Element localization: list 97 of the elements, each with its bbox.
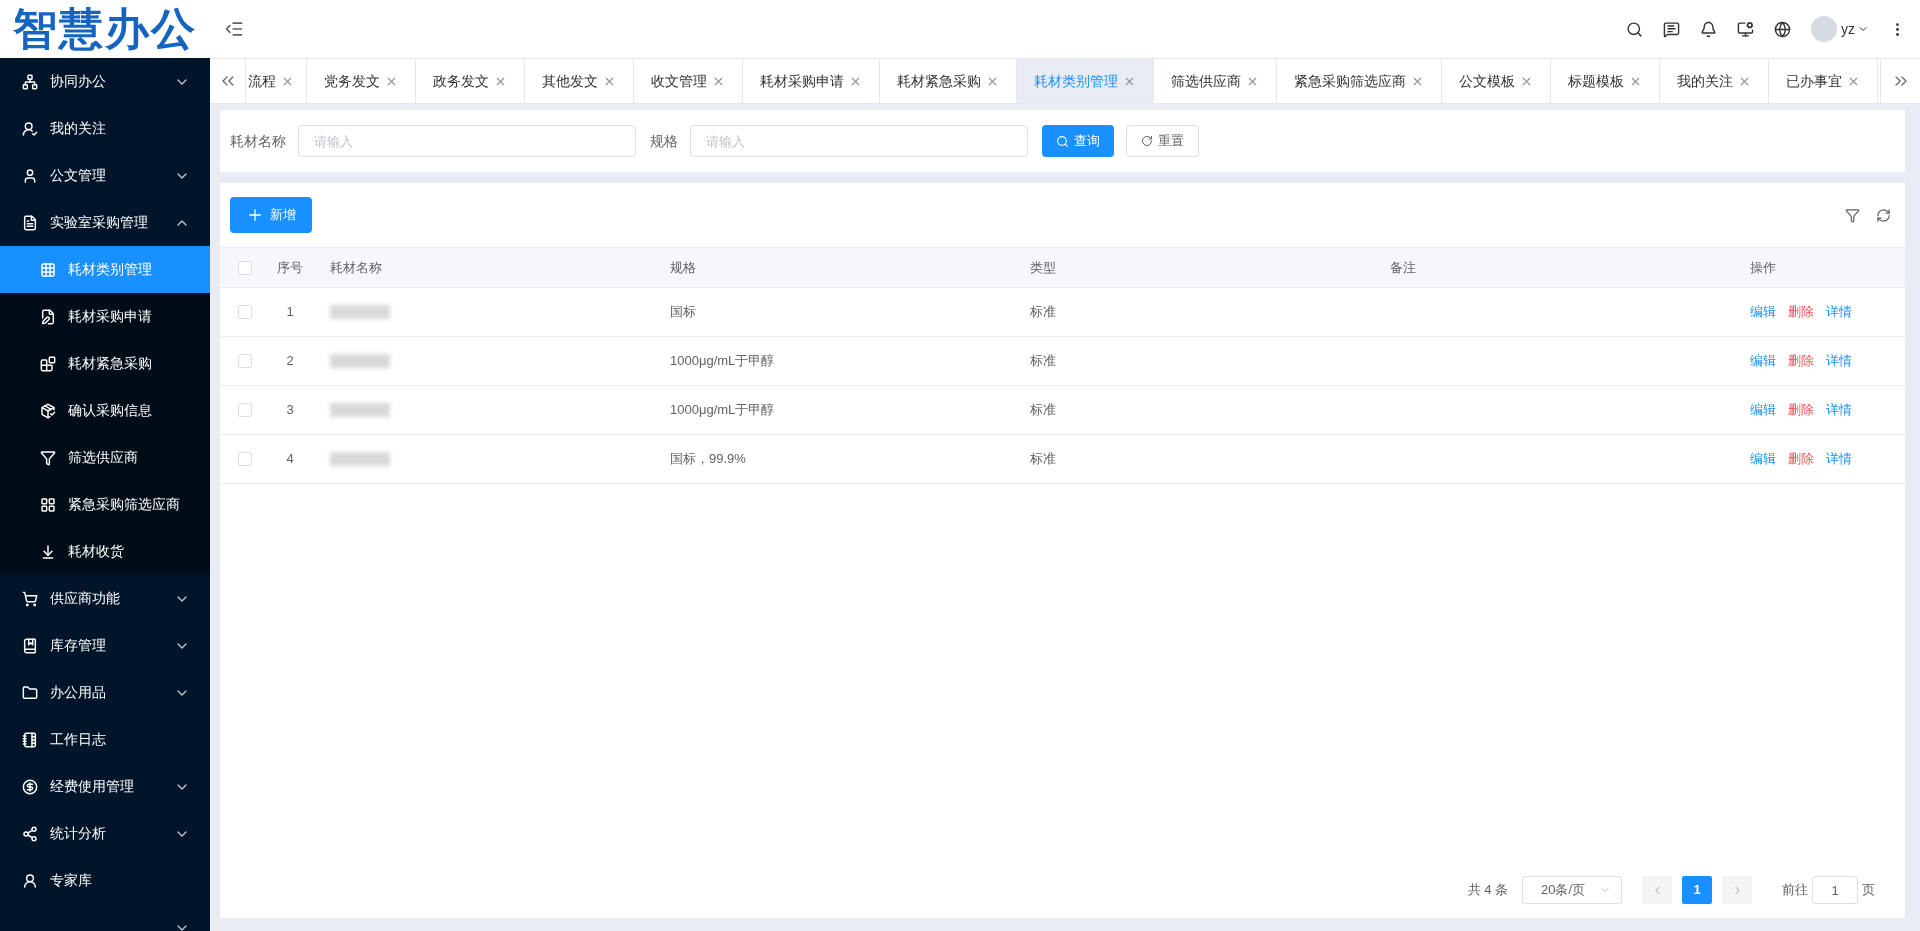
table-cell: 4 <box>286 451 294 467</box>
sidebar-item[interactable]: 公文管理 <box>0 152 210 199</box>
sidebar-item[interactable]: 协同办公 <box>0 58 210 105</box>
table-cell: 1000μg/mL于甲醇 <box>670 402 775 418</box>
checkbox[interactable] <box>238 452 252 466</box>
sidebar-item[interactable]: 统计分析 <box>0 810 210 857</box>
blocks-icon <box>40 496 56 513</box>
table-cell: 标准 <box>1030 402 1056 418</box>
tab[interactable]: 已办事宜 <box>1769 59 1878 103</box>
tab[interactable]: 其他发文 <box>525 59 634 103</box>
table-cell: 标准 <box>1030 304 1056 320</box>
monitor-icon[interactable] <box>1737 20 1754 38</box>
field-label: 规格 <box>650 131 678 151</box>
table-cell: 国标，99.9% <box>670 451 746 467</box>
table-cell: 3 <box>286 402 294 418</box>
field-label: 耗材名称 <box>230 131 286 151</box>
notification-icon[interactable] <box>1700 20 1717 38</box>
share-icon <box>22 825 38 842</box>
blurred-text <box>330 452 390 466</box>
file-edit-icon <box>40 308 56 325</box>
sidebar-subitem[interactable]: 耗材紧急采购 <box>0 340 210 387</box>
sidebar-item[interactable]: 供应商功能 <box>0 575 210 622</box>
tab[interactable]: 流程 <box>246 59 307 103</box>
filter-icon[interactable] <box>1845 207 1860 223</box>
blurred-text <box>330 403 390 417</box>
sidebar-item[interactable]: 实验室采购管理 <box>0 199 210 246</box>
checkbox[interactable] <box>238 305 252 319</box>
dollar-icon <box>22 778 38 795</box>
tab[interactable]: 收文管理 <box>634 59 743 103</box>
table-cell: 标准 <box>1030 451 1056 467</box>
column-header: 操作 <box>1750 259 1776 275</box>
checkbox[interactable] <box>238 354 252 368</box>
sidebar-item[interactable]: 经费使用管理 <box>0 763 210 810</box>
refresh-icon <box>1141 135 1153 147</box>
column-header: 类型 <box>1030 259 1056 275</box>
tab[interactable]: 标题模板 <box>1551 59 1660 103</box>
logo-text: 智慧办公 <box>13 7 197 51</box>
sidebar-item[interactable]: 办公用品 <box>0 669 210 716</box>
tab[interactable]: 筛选供应商 <box>1154 59 1277 103</box>
tab[interactable]: 紧急采购筛选应商 <box>1277 59 1442 103</box>
column-header: 备注 <box>1390 259 1416 275</box>
table-cell: 国标 <box>670 304 696 320</box>
sidebar-subitem[interactable]: 耗材采购申请 <box>0 293 210 340</box>
refresh-icon[interactable] <box>1876 207 1891 223</box>
folder-icon <box>22 684 38 701</box>
reset-button[interactable]: 重置 <box>1126 125 1199 157</box>
tab[interactable]: 公文模板 <box>1442 59 1551 103</box>
page-input[interactable]: 1 <box>1812 876 1858 904</box>
total-count: 共 4 条 <box>1467 881 1508 900</box>
checkbox[interactable] <box>238 260 252 275</box>
sidebar-item[interactable]: 专家库 <box>0 857 210 904</box>
user-icon <box>22 167 38 184</box>
plus-icon <box>246 206 264 224</box>
document-icon <box>22 214 38 231</box>
page-suffix: 页 <box>1862 881 1875 900</box>
user-name[interactable]: yz <box>1841 18 1855 40</box>
package-check-icon <box>40 402 56 419</box>
sidebar-item[interactable]: 库存管理 <box>0 622 210 669</box>
sidebar-subitem[interactable]: 筛选供应商 <box>0 434 210 481</box>
column-header: 耗材名称 <box>330 259 382 275</box>
user-icon <box>22 872 38 889</box>
menu-icon[interactable] <box>224 19 244 39</box>
filter-icon <box>40 449 56 466</box>
column-header: 规格 <box>670 259 696 275</box>
column-header: 序号 <box>277 259 303 275</box>
tab[interactable]: 我的关注 <box>1660 59 1769 103</box>
download-icon <box>40 543 56 560</box>
sidebar-subitem[interactable]: 耗材收货 <box>0 528 210 575</box>
blurred-text <box>330 354 390 368</box>
sidebar-item[interactable]: 我的关注 <box>0 105 210 152</box>
blurred-text <box>330 305 390 319</box>
input-field[interactable]: 请输入 <box>298 125 636 157</box>
book-icon <box>22 637 38 654</box>
sidebar-subitem[interactable]: 确认采购信息 <box>0 387 210 434</box>
network-icon <box>22 73 38 90</box>
page-size-select[interactable]: 20条/页 <box>1522 876 1622 904</box>
cart-icon <box>22 590 38 607</box>
input-field[interactable]: 请输入 <box>690 125 1028 157</box>
tab[interactable]: 耗材采购申请 <box>743 59 880 103</box>
search-icon <box>1056 134 1069 148</box>
sidebar-item[interactable]: 工作日志 <box>0 716 210 763</box>
table-cell: 1 <box>286 304 294 320</box>
grid-icon <box>40 261 56 278</box>
search-icon[interactable] <box>1626 20 1643 38</box>
globe-icon[interactable] <box>1774 20 1791 38</box>
table-cell: 标准 <box>1030 353 1056 369</box>
table-cell: 2 <box>286 353 294 369</box>
notebook-icon <box>22 731 38 748</box>
table-cell: 1000μg/mL于甲醇 <box>670 353 775 369</box>
tab[interactable]: 党务发文 <box>307 59 416 103</box>
message-icon[interactable] <box>1663 20 1680 38</box>
goto-label: 前往 <box>1782 881 1808 900</box>
tab[interactable]: 政务发文 <box>416 59 525 103</box>
sidebar-subitem[interactable]: 紧急采购筛选应商 <box>0 481 210 528</box>
checkbox[interactable] <box>238 403 252 417</box>
blocks-icon <box>40 355 56 372</box>
user-icon <box>22 120 38 137</box>
